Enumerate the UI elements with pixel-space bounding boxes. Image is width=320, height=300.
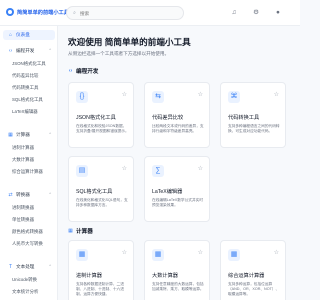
sidebar-item-bignum-calc[interactable]: 大数计算器 <box>12 157 34 163</box>
sidebar-item-base-convert[interactable]: 进制转换器 <box>12 205 34 211</box>
sidebar-item-latex[interactable]: LaTeX编辑器 <box>12 109 38 115</box>
main-content: 欢迎使用 简简单单的前端小工具 从侧边栏选择一个工具或者下方选择以开始使用。 ‹… <box>58 26 300 300</box>
sidebar-category-text[interactable]: T 文本处理 ⌃ <box>3 262 55 272</box>
star-icon[interactable]: ☆ <box>122 249 127 256</box>
search-input[interactable] <box>80 10 180 16</box>
card-description: 在线编辑LaTeX数学公式并实时预览渲染效果。 <box>152 198 204 207</box>
section-heading-calculator: ▦ 计算器 <box>68 227 93 235</box>
transfer-icon: ⇄ <box>8 191 13 198</box>
category-label: 转换器 <box>16 192 30 197</box>
database-icon: ▤ <box>76 165 88 177</box>
calculator-icon: ▦ <box>68 227 73 234</box>
code-icon: ‹› <box>8 47 13 54</box>
chevron-up-icon: ⌃ <box>48 264 52 269</box>
top-bar: 简简单单的前端小工具 ⌕ ♫ ⚙ ● <box>0 0 300 26</box>
brand[interactable]: 简简单单的前端小工具 <box>6 8 69 16</box>
section-label: 计算器 <box>76 229 93 235</box>
card-title: 代码转换工具 <box>228 115 260 121</box>
sidebar-item-unicode[interactable]: Unicode转换 <box>12 277 37 283</box>
sidebar-item-diff[interactable]: 代码差异比较 <box>12 73 38 79</box>
card-description: 支持多种编程语言之间的代码转换，可生成对应功能代码。 <box>228 124 280 133</box>
tool-card-diff[interactable]: ⇆ ☆ 代码差异比较 比较两段文本或代码的差异，支持行级和字符级差异高亮。 <box>144 82 210 148</box>
calculator-icon: ▦ <box>76 249 88 261</box>
sidebar-item-rmb-convert[interactable]: 人民币大写转换 <box>12 241 43 247</box>
star-icon[interactable]: ☆ <box>122 165 127 172</box>
card-description: 在线美化和格式化SQL语句，支持多种数据库方言。 <box>76 198 128 207</box>
braces-icon: {} <box>76 91 88 103</box>
category-label: 计算器 <box>16 132 30 137</box>
big-number-icon: ▦ <box>152 249 164 261</box>
section-label: 编程开发 <box>76 69 99 75</box>
card-description: 支持各种数据进制计算，二进制、八进制、十进制、十六进制，运算方便快捷。 <box>76 282 124 296</box>
user-icon[interactable]: ● <box>274 9 282 17</box>
page-subtitle: 从侧边栏选择一个工具或者下方选择以开始使用。 <box>68 51 170 56</box>
text-icon: T <box>8 263 13 270</box>
sidebar-item-unit-convert[interactable]: 单位转换器 <box>12 217 34 223</box>
card-title: 代码差异比较 <box>152 115 184 121</box>
card-title: 进制计算器 <box>76 273 102 279</box>
card-description: 支持多种运算，包括位运算（AND、OR、XOR、NOT）、取模运算等。 <box>228 282 280 296</box>
card-title: LaTeX编辑器 <box>152 189 183 195</box>
sidebar: ⌂ 仪表盘 ‹› 编程开发 ⌃ JSON格式化工具 代码差异比较 代码转换工具 … <box>0 26 58 300</box>
tool-card-general-calc[interactable]: ▦ ☆ 综合运算计算器 支持多种运算，包括位运算（AND、OR、XOR、NOT）… <box>220 240 286 300</box>
sidebar-item-text-stats[interactable]: 文本统计分析 <box>12 289 38 295</box>
chevron-up-icon: ⌃ <box>48 192 52 197</box>
category-label: 编程开发 <box>16 48 35 53</box>
code-icon: ‹› <box>68 67 73 74</box>
tool-card-code-convert[interactable]: ⌘ ☆ 代码转换工具 支持多种编程语言之间的代码转换，可生成对应功能代码。 <box>220 82 286 148</box>
code-convert-icon: ⌘ <box>228 91 240 103</box>
sidebar-category-converter[interactable]: ⇄ 转换器 ⌃ <box>3 190 55 200</box>
chevron-up-icon: ⌃ <box>48 48 52 53</box>
calculator-icon: ▦ <box>8 131 13 138</box>
calculator-icon: ▦ <box>228 249 240 261</box>
site-name: 简简单单的前端小工具 <box>17 9 69 16</box>
search-icon: ⌕ <box>73 9 76 16</box>
diff-icon: ⇆ <box>152 91 164 103</box>
tool-card-sql[interactable]: ▤ ☆ SQL格式化工具 在线美化和格式化SQL语句，支持多种数据库方言。 <box>68 156 134 222</box>
star-icon[interactable]: ☆ <box>198 165 203 172</box>
page-title: 欢迎使用 简简单单的前端小工具 <box>68 37 191 47</box>
star-icon[interactable]: ☆ <box>122 91 127 98</box>
card-title: 综合运算计算器 <box>228 273 265 279</box>
category-label: 文本处理 <box>16 264 35 269</box>
logo-icon <box>6 8 14 16</box>
sidebar-item-base-calc[interactable]: 进制计算器 <box>12 145 34 151</box>
card-description: 支持任意精度的大数运算，包括加减乘除、乘方、取模等运算。 <box>152 282 204 291</box>
star-icon[interactable]: ☆ <box>198 249 203 256</box>
sidebar-item-color-convert[interactable]: 颜色格式转换器 <box>12 229 43 235</box>
card-title: JSON格式化工具 <box>76 115 116 121</box>
card-description: 在线格式化和校验JSON数据，支持折叠/展开视图和错误提示。 <box>76 124 129 133</box>
sidebar-item-label: 仪表盘 <box>16 32 30 37</box>
sidebar-item-code-convert[interactable]: 代码转换工具 <box>12 85 38 91</box>
app-window: 简简单单的前端小工具 ⌕ ♫ ⚙ ● ⌂ 仪表盘 ‹› 编程开发 ⌃ JSON格… <box>0 0 300 300</box>
sidebar-item-general-calc[interactable]: 综合运算计算器 <box>12 169 43 175</box>
formula-icon: ∑ <box>152 165 164 177</box>
bell-icon[interactable]: ♫ <box>230 9 238 17</box>
sidebar-category-calculator[interactable]: ▦ 计算器 ⌃ <box>3 130 55 140</box>
tool-card-base-calc[interactable]: ▦ ☆ 进制计算器 支持各种数据进制计算，二进制、八进制、十进制、十六进制，运算… <box>68 240 134 300</box>
tool-card-json[interactable]: {} ☆ JSON格式化工具 在线格式化和校验JSON数据，支持折叠/展开视图和… <box>68 82 134 148</box>
sidebar-item-home[interactable]: ⌂ 仪表盘 <box>3 30 55 40</box>
card-description: 比较两段文本或代码的差异，支持行级和字符级差异高亮。 <box>152 124 204 133</box>
tool-card-bignum-calc[interactable]: ▦ ☆ 大数计算器 支持任意精度的大数运算，包括加减乘除、乘方、取模等运算。 <box>144 240 210 300</box>
sidebar-item-json[interactable]: JSON格式化工具 <box>12 61 46 67</box>
card-title: SQL格式化工具 <box>76 189 113 195</box>
card-title: 大数计算器 <box>152 273 178 279</box>
star-icon[interactable]: ☆ <box>274 91 279 98</box>
tool-card-latex[interactable]: ∑ ☆ LaTeX编辑器 在线编辑LaTeX数学公式并实时预览渲染效果。 <box>144 156 210 222</box>
search-box[interactable]: ⌕ <box>66 6 184 20</box>
sidebar-category-dev[interactable]: ‹› 编程开发 ⌃ <box>3 46 55 56</box>
sidebar-item-sql[interactable]: SQL格式化工具 <box>12 97 43 103</box>
star-icon[interactable]: ☆ <box>274 249 279 256</box>
settings-icon[interactable]: ⚙ <box>252 9 260 17</box>
star-icon[interactable]: ☆ <box>198 91 203 98</box>
home-icon: ⌂ <box>8 31 13 38</box>
chevron-up-icon: ⌃ <box>48 132 52 137</box>
section-heading-dev: ‹› 编程开发 <box>68 67 99 75</box>
